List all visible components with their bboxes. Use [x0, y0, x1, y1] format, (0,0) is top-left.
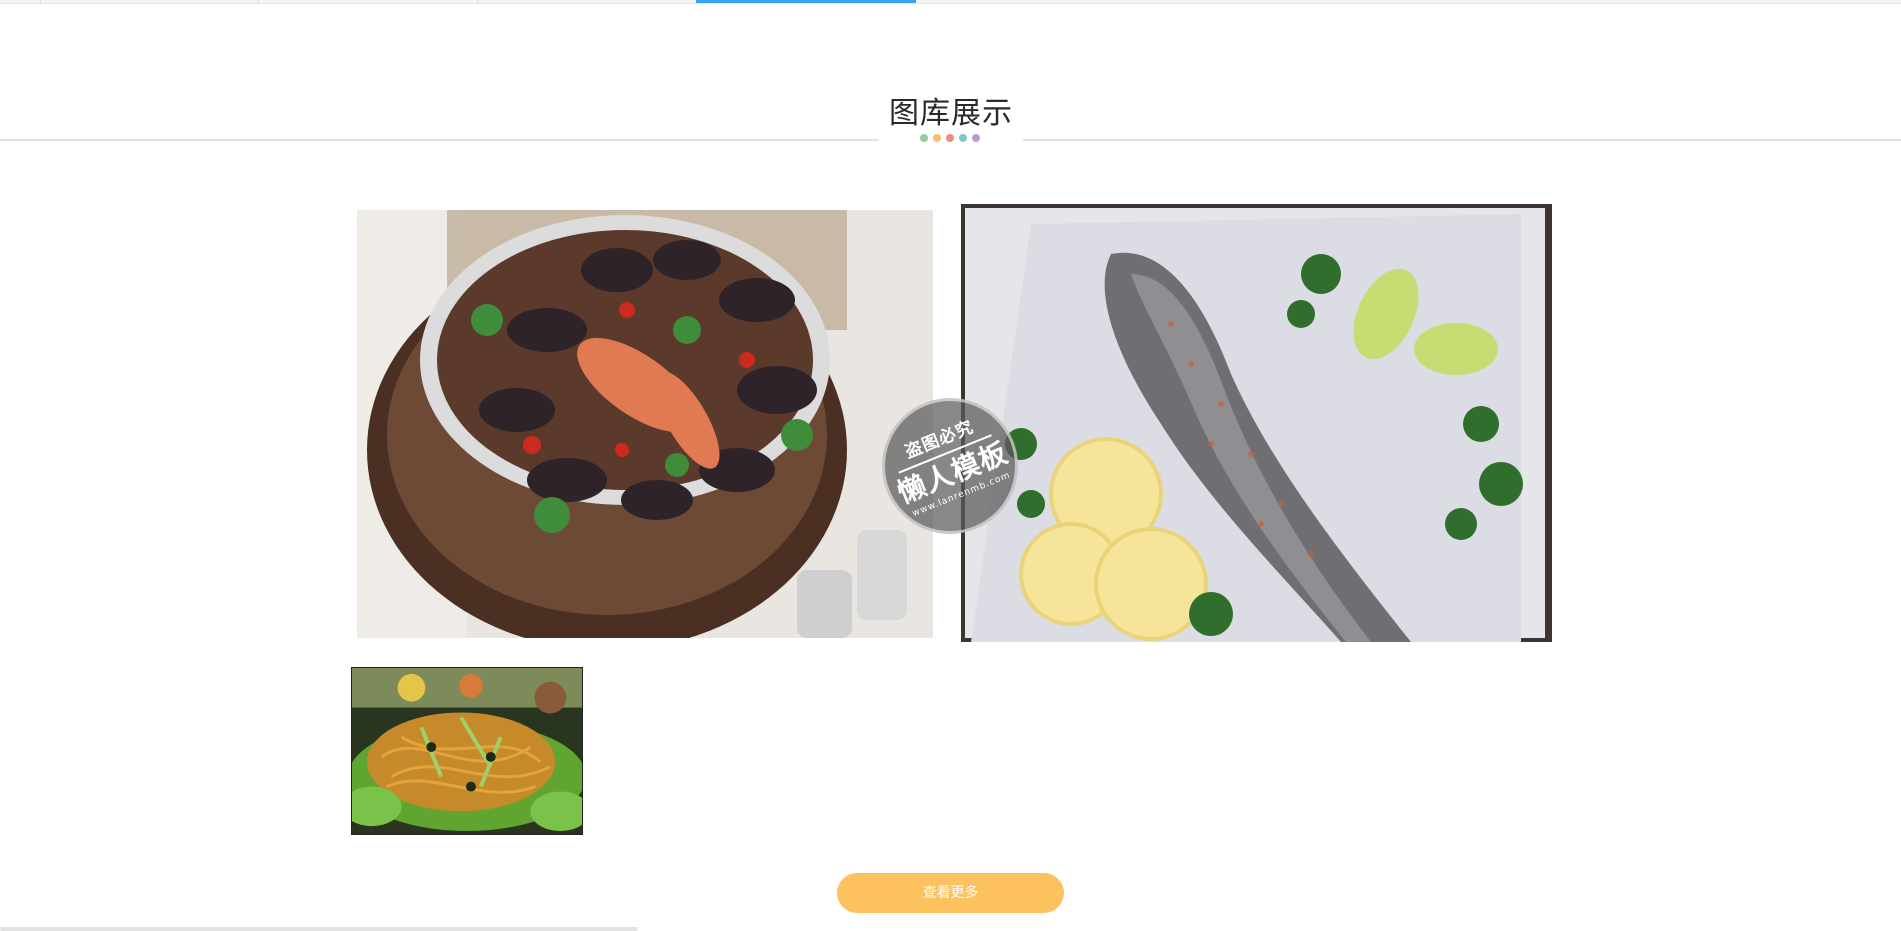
nav-active-indicator[interactable]	[696, 0, 916, 3]
nav-separator	[477, 0, 478, 3]
top-navigation-bar	[0, 0, 1901, 4]
view-more-button[interactable]: 查看更多	[837, 873, 1064, 913]
decor-dot-red	[946, 134, 954, 142]
nav-separator	[40, 0, 41, 3]
title-decoration-dots	[920, 134, 980, 142]
nav-separator	[258, 0, 259, 3]
decor-dot-purple	[972, 134, 980, 142]
horizontal-scrollbar[interactable]	[0, 927, 638, 931]
decor-dot-green	[920, 134, 928, 142]
decor-dot-yellow	[933, 134, 941, 142]
decor-dot-teal	[959, 134, 967, 142]
seafood-bowl-image[interactable]	[357, 210, 933, 638]
fried-noodles-image[interactable]	[351, 667, 583, 835]
raw-trout-image[interactable]	[961, 204, 1552, 642]
section-header: 图库展示	[879, 80, 1023, 152]
section-title: 图库展示	[889, 96, 1013, 131]
